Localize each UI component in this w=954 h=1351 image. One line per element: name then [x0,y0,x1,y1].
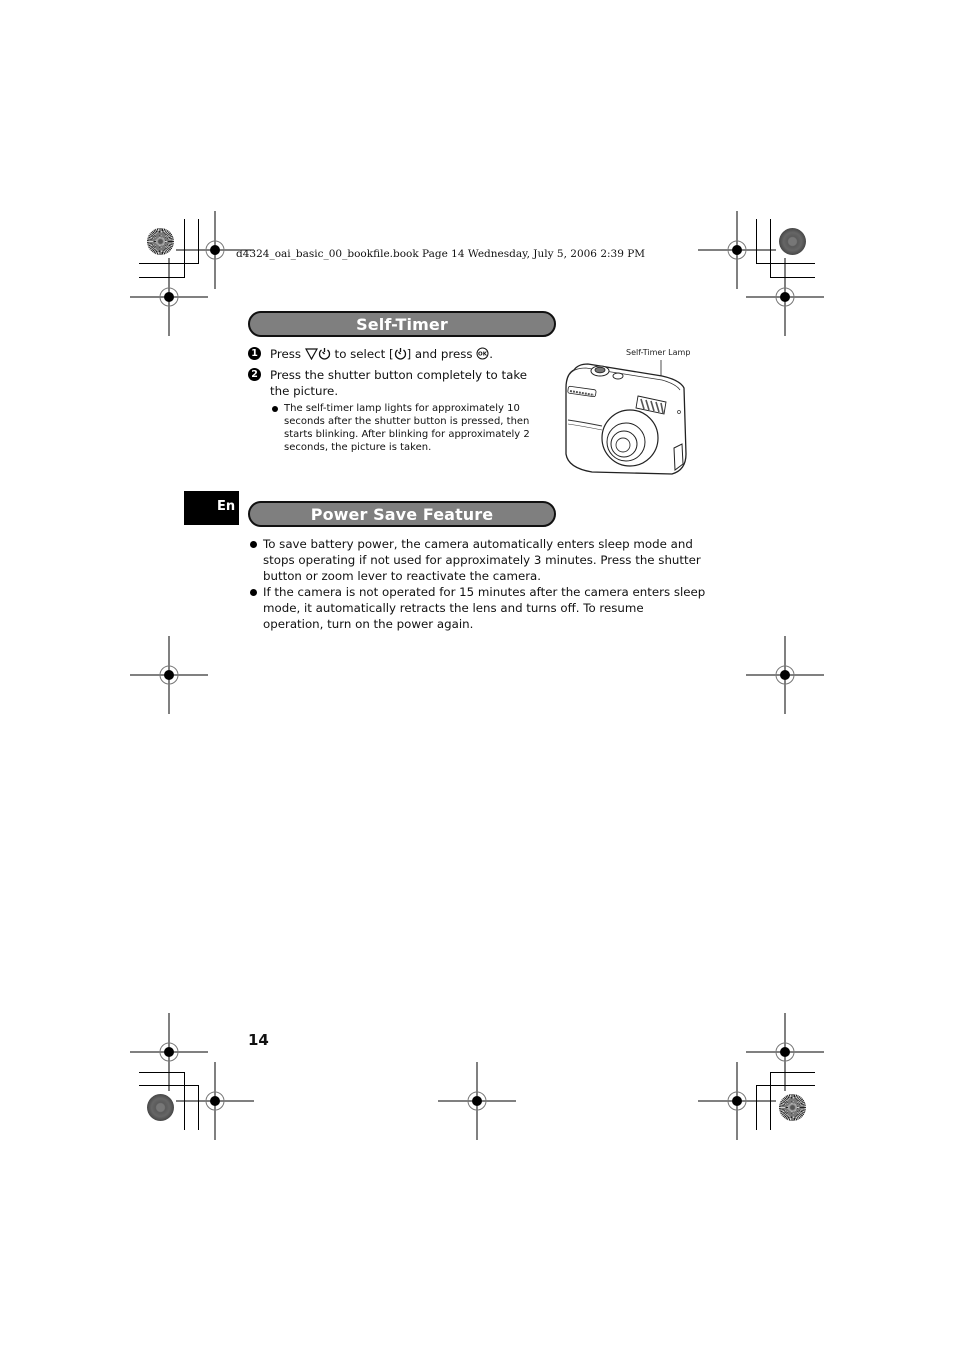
registration-target-icon [130,636,208,714]
step-text: Press the shutter button completely to t… [270,368,528,398]
down-arrow-icon [304,348,318,364]
step-text: Press to select [ ] and press OK. [270,346,570,364]
step-text-part: . [489,347,493,361]
section-title: Power Save Feature [310,504,494,524]
svg-text:OK: OK [478,352,488,358]
self-timer-icon [318,347,331,364]
section-title: Self-Timer [356,314,448,334]
file-info-header: d4324_oai_basic_00_bookfile.book Page 14… [236,248,646,260]
color-rosette-icon [779,1094,806,1121]
bullet-icon [250,589,257,596]
camera-illustration [562,358,692,482]
bullet-text: If the camera is not operated for 15 min… [263,585,706,632]
registration-target-icon [746,636,824,714]
bullet-icon [272,406,278,412]
color-rosette-icon [147,228,174,255]
step-text-part: Press [270,347,305,361]
bullet-text: To save battery power, the camera automa… [263,537,701,584]
page-number: 14 [248,1031,269,1049]
power-save-heading: Power Save Feature [248,501,556,527]
step-number-badge: 1 [248,347,261,360]
color-rosette-icon [779,228,806,255]
registration-target-icon [176,1062,254,1140]
bullet-icon [250,541,257,548]
self-timer-heading: Self-Timer [248,311,556,337]
step-text-part: to select [ [330,347,394,361]
registration-target-icon [438,1062,516,1140]
language-tab: En [184,491,239,525]
color-rosette-icon [147,1094,174,1121]
note-text: The self-timer lamp lights for approxima… [284,403,530,453]
ok-button-icon: OK [476,347,489,364]
registration-target-icon [698,1062,776,1140]
self-timer-note: The self-timer lamp lights for approxima… [272,402,550,454]
step-text-part: ] and press [406,347,477,361]
self-timer-icon [394,347,407,364]
power-save-bullet: To save battery power, the camera automa… [250,536,706,585]
power-save-bullet: If the camera is not operated for 15 min… [250,584,706,633]
registration-target-icon [746,258,824,336]
step-number-badge: 2 [248,368,261,381]
self-timer-lamp-label: Self-Timer Lamp [626,348,691,357]
